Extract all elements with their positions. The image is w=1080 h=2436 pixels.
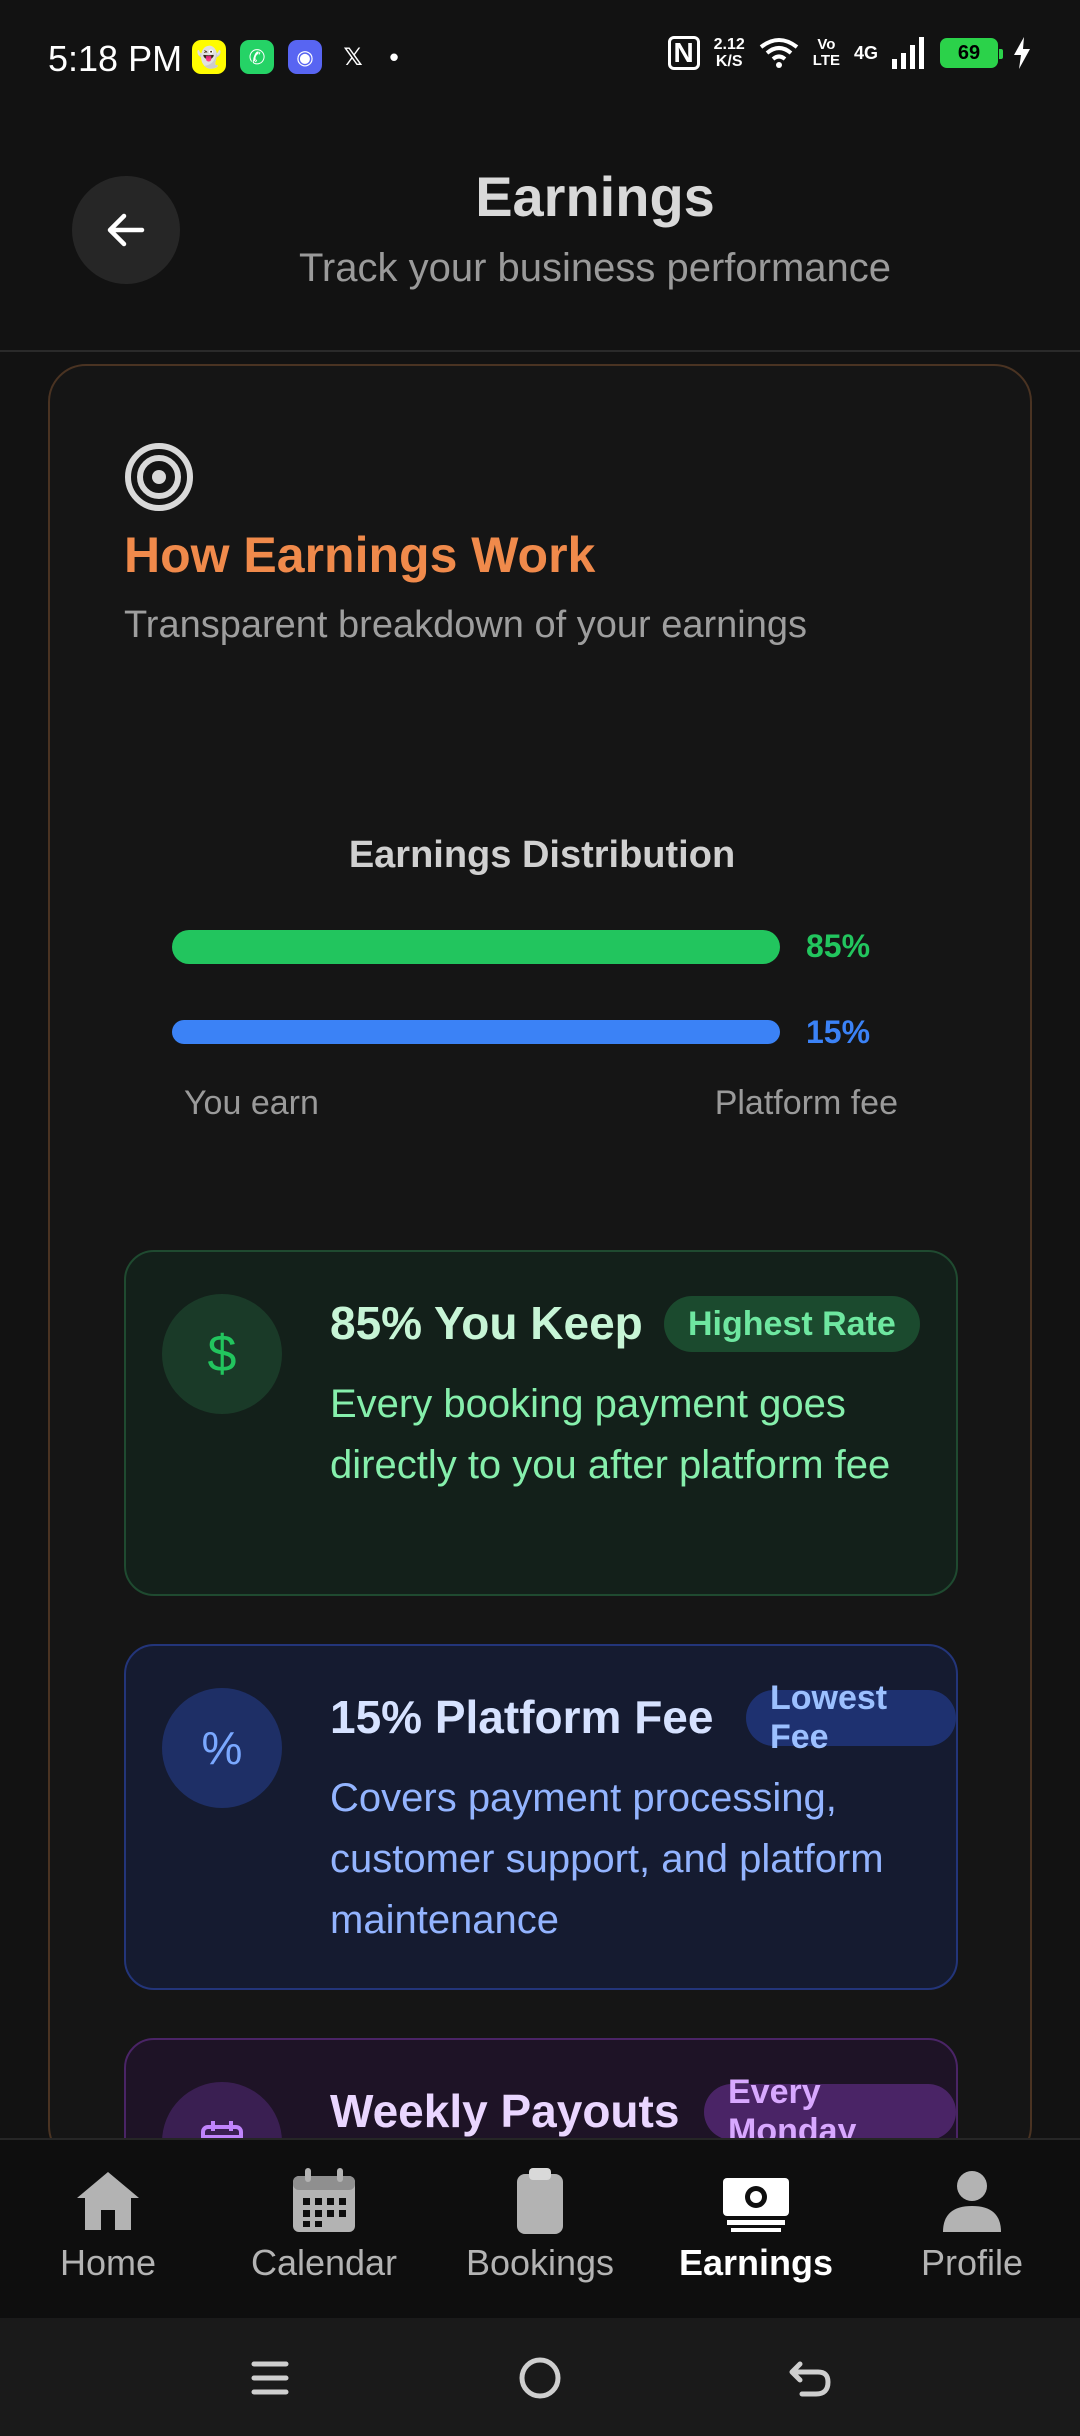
nav-item-home[interactable]: Home [0, 2140, 216, 2318]
status-time: 5:18 PM [48, 38, 183, 79]
charging-icon [1014, 37, 1030, 69]
legend-you-earn: You earn [184, 1084, 319, 1122]
distribution-title: Earnings Distribution [348, 834, 736, 876]
wifi-icon [759, 38, 798, 68]
percent-icon: % [162, 1688, 282, 1808]
volte-indicator: Vo LTE [812, 36, 840, 69]
nfc-icon: N [667, 36, 700, 70]
highest-rate-badge: Highest Rate [664, 1296, 920, 1352]
back-gesture-icon[interactable] [780, 2348, 840, 2408]
clipboard-icon [517, 2168, 563, 2234]
system-navigation-bar [0, 2318, 1080, 2436]
platform-fee-percent: 15% [806, 1014, 871, 1050]
nav-label: Calendar [250, 2242, 398, 2283]
nav-item-calendar[interactable]: Calendar [216, 2140, 432, 2318]
x-icon: 𝕏 [343, 43, 363, 71]
page-header: Earnings Track your business performance [0, 110, 1080, 352]
info-title: Weekly Payouts [330, 2085, 680, 2137]
snapchat-icon: 👻 [192, 40, 226, 74]
legend-platform-fee: Platform fee [714, 1084, 898, 1122]
how-earnings-work-card: How Earnings Work Transparent breakdown … [48, 364, 1032, 2384]
nav-label: Earnings [678, 2242, 834, 2283]
notification-icons: 👻 ✆ ◉ 𝕏 • [192, 40, 404, 74]
home-icon [77, 2172, 139, 2230]
you-earn-bar [172, 930, 780, 964]
card-subtitle: Transparent breakdown of your earnings [124, 604, 807, 646]
info-title: 85% You Keep [330, 1297, 643, 1349]
whatsapp-icon: ✆ [240, 40, 274, 74]
info-description: Covers payment processing, customer supp… [330, 1776, 884, 1942]
you-keep-card: $ 85% You Keep Highest Rate Every bookin… [124, 1250, 958, 1596]
page-title: Earnings [475, 165, 715, 228]
card-title: How Earnings Work [124, 527, 596, 583]
you-earn-percent: 85% [806, 928, 871, 964]
nav-label: Profile [920, 2242, 1024, 2283]
platform-fee-card: % 15% Platform Fee Lowest Fee Covers pay… [124, 1644, 958, 1990]
lowest-fee-badge: Lowest Fee [746, 1679, 956, 1756]
recent-apps-icon[interactable] [240, 2348, 300, 2408]
page-subtitle: Track your business performance [298, 246, 892, 290]
network-speed: 2.12 K/S [713, 36, 745, 70]
signal-icon [892, 37, 924, 69]
nav-item-profile[interactable]: Profile [864, 2140, 1080, 2318]
dot-icon: • [389, 41, 399, 72]
network-type: 4G [853, 42, 878, 63]
nav-label: Bookings [465, 2242, 615, 2283]
discord-icon: ◉ [288, 40, 322, 74]
dollar-icon: $ [162, 1294, 282, 1414]
info-description: Every booking payment goes directly to y… [330, 1382, 891, 1487]
cash-icon [723, 2178, 789, 2232]
nav-item-earnings[interactable]: Earnings [648, 2140, 864, 2318]
info-title: 15% Platform Fee [330, 1691, 714, 1743]
calendar-icon [293, 2168, 355, 2232]
home-button-icon[interactable] [510, 2348, 570, 2408]
target-icon [125, 443, 193, 511]
nav-label: Home [59, 2242, 157, 2283]
platform-fee-bar [172, 1020, 780, 1044]
nav-item-bookings[interactable]: Bookings [432, 2140, 648, 2318]
system-icons: N 2.12 K/S Vo LTE 4G 69 [667, 36, 1032, 70]
battery-indicator: 69 [940, 38, 1003, 68]
bottom-navigation: Home Calendar Bookings Earnings Profile [0, 2138, 1080, 2318]
every-monday-badge: Every Monday [704, 2073, 956, 2150]
status-bar: 5:18 PM 👻 ✆ ◉ 𝕏 • N 2.12 K/S Vo LTE 4G 6… [0, 0, 1080, 110]
person-icon [943, 2171, 1001, 2232]
